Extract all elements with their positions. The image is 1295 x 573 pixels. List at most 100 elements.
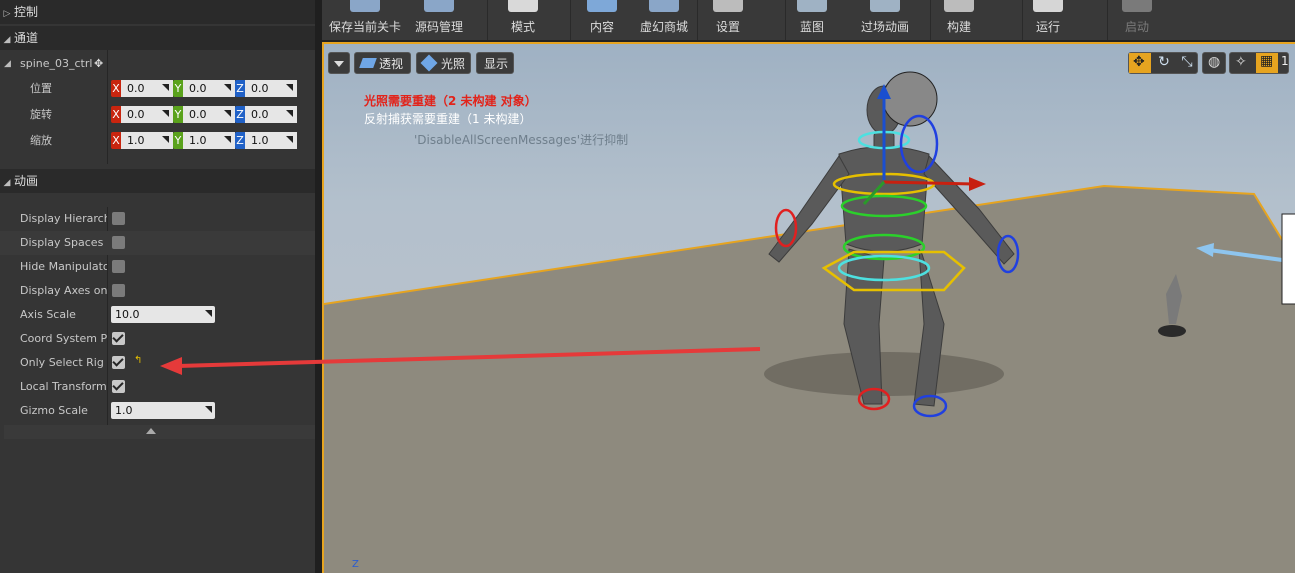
transform-x-field[interactable]: 0.0 — [121, 106, 173, 123]
property-label: Hide Manipulators — [20, 260, 107, 273]
toolbar-button[interactable]: 构建 — [932, 0, 986, 40]
surface-snap-icon[interactable]: ✧ — [1235, 54, 1247, 70]
toolbar-button[interactable]: 虚幻商城 — [630, 0, 698, 40]
property-checkbox[interactable] — [112, 236, 125, 249]
toolbar-button-label: 内容 — [589, 20, 614, 34]
transform-x-value: 1.0 — [127, 134, 145, 147]
transform-y-field[interactable]: 0.0 — [183, 106, 235, 123]
section-control[interactable]: ▷ 控制 — [0, 0, 315, 24]
property-checkbox[interactable] — [112, 380, 125, 393]
toolbar-button[interactable]: 蓝图 — [790, 0, 834, 40]
transform-row: 位置 X 0.0 Y 0.0 Z 0.0 — [0, 77, 315, 101]
axis-z-label: Z — [235, 80, 245, 97]
property-row: Coord System Per Widget Mode — [0, 327, 315, 351]
property-checkbox[interactable] — [112, 212, 125, 225]
property-checkbox[interactable] — [112, 284, 125, 297]
rotate-tool-icon[interactable]: ↻ — [1153, 54, 1175, 74]
grid-snap-icon[interactable]: ▦ — [1256, 53, 1278, 73]
toolbar-button-label: 模式 — [510, 20, 535, 34]
toolbar-button[interactable]: 启动 — [1112, 0, 1162, 40]
section-animation[interactable]: ◢ 动画 — [0, 169, 315, 193]
move-cursor-icon[interactable]: ✥ — [94, 57, 103, 70]
toolbar-button[interactable]: 源码管理 — [402, 0, 476, 40]
toolbar-button[interactable]: 内容 — [582, 0, 622, 40]
property-label: Display Axes on Selection — [20, 284, 107, 297]
world-space-button[interactable]: ◍ — [1202, 52, 1226, 74]
property-row: Axis Scale 10.0 — [0, 303, 315, 327]
blueprint-icon — [797, 0, 827, 12]
collapse-bar[interactable] — [4, 425, 315, 439]
transform-label: 旋转 — [30, 108, 52, 121]
property-number-field[interactable]: 10.0 — [111, 306, 215, 323]
property-label: Display Spaces — [20, 236, 104, 249]
axis-x-label: X — [111, 80, 121, 97]
toolbar-button[interactable]: 设置 — [702, 0, 754, 40]
suppress-hint: 'DisableAllScreenMessages'进行抑制 — [414, 133, 629, 147]
transform-z-field[interactable]: 1.0 — [245, 132, 297, 149]
transform-z-value: 0.0 — [251, 82, 269, 95]
chrome-sphere — [882, 71, 938, 127]
property-row: Local Transforms in Each Local Space — [0, 375, 315, 399]
level-viewport[interactable]: 透视 光照 显示 光照需要重建（2 未构建 对象） 反射捕获需要重建（1 未构建… — [322, 42, 1295, 573]
snap-tools: ✧ ▦ 1 — [1229, 52, 1289, 74]
collapse-up-icon — [146, 428, 156, 434]
property-number-field[interactable]: 1.0 — [111, 402, 215, 419]
show-label: 显示 — [484, 57, 509, 71]
collapse-arrow-icon: ◢ — [4, 59, 11, 69]
lit-button[interactable]: 光照 — [416, 52, 471, 74]
transform-z-field[interactable]: 0.0 — [245, 80, 297, 97]
scale-tool-icon[interactable]: ⤡ — [1176, 54, 1198, 74]
toolbar-button[interactable]: 模式 — [490, 0, 556, 40]
toolbar-button-label: 运行 — [1035, 20, 1060, 34]
property-number-value: 10.0 — [115, 308, 140, 321]
perspective-label: 透视 — [379, 57, 404, 71]
property-row: Hide Manipulators — [0, 255, 315, 279]
move-tool-icon[interactable]: ✥ — [1129, 53, 1151, 73]
toolbar-button-label: 启动 — [1124, 20, 1149, 34]
axis-x-label: X — [111, 132, 121, 149]
toolbar-button[interactable]: 运行 — [1028, 0, 1068, 40]
property-label: Gizmo Scale — [20, 404, 88, 417]
lighting-warning: 光照需要重建（2 未构建 对象） — [364, 94, 537, 108]
property-checkbox[interactable] — [112, 332, 125, 345]
toolbar-button-label: 保存当前关卡 — [328, 20, 401, 34]
viewport-options-button[interactable] — [328, 52, 350, 74]
reset-to-default-icon[interactable]: ↰ — [134, 355, 142, 366]
transform-y-field[interactable]: 1.0 — [183, 132, 235, 149]
transform-x-value: 0.0 — [127, 108, 145, 121]
transform-z-field[interactable]: 0.0 — [245, 106, 297, 123]
toolbar-button-label: 构建 — [946, 20, 971, 34]
transform-x-value: 0.0 — [127, 82, 145, 95]
toolbar-button[interactable]: 过场动画 — [850, 0, 920, 40]
transform-x-field[interactable]: 1.0 — [121, 132, 173, 149]
toolbar-button[interactable]: 保存当前关卡 — [322, 0, 408, 40]
panel-splitter[interactable] — [315, 0, 322, 573]
perspective-button[interactable]: 透视 — [354, 52, 411, 74]
transform-y-value: 0.0 — [189, 82, 207, 95]
section-channel[interactable]: ◢ 通道 — [0, 26, 315, 50]
transform-tools: ✥ ↻ ⤡ — [1128, 52, 1198, 74]
grid-snap-value: 1 — [1281, 54, 1289, 68]
transform-y-value: 1.0 — [189, 134, 207, 147]
property-checkbox[interactable] — [112, 356, 125, 369]
dropdown-arrow-icon — [334, 61, 344, 67]
property-label: Only Select Rig Controls — [20, 356, 107, 369]
lit-label: 光照 — [441, 57, 466, 71]
property-label: Coord System Per Widget Mode — [20, 332, 107, 345]
transform-row: 缩放 X 1.0 Y 1.0 Z 1.0 — [0, 129, 315, 153]
character-shadow — [764, 352, 1004, 396]
toolbar-button-label: 设置 — [715, 20, 740, 34]
transform-x-field[interactable]: 0.0 — [121, 80, 173, 97]
axis-indicator: Z — [352, 559, 359, 570]
details-panel: ▷ 控制 ◢ 通道 ◢ spine_03_ctrl ✥ 位置 X 0.0 Y 0.0 Z 0.0… — [0, 0, 315, 573]
axis-z-label: Z — [235, 106, 245, 123]
property-label: Local Transforms in Each Local Space — [20, 380, 107, 393]
perspective-icon — [359, 58, 377, 68]
play-icon — [1033, 0, 1063, 12]
show-button[interactable]: 显示 — [476, 52, 514, 74]
property-row: Gizmo Scale 1.0 — [0, 399, 315, 423]
transform-y-field[interactable]: 0.0 — [183, 80, 235, 97]
property-checkbox[interactable] — [112, 260, 125, 273]
section-animation-label: 动画 — [14, 174, 39, 188]
section-channel-label: 通道 — [14, 31, 39, 45]
